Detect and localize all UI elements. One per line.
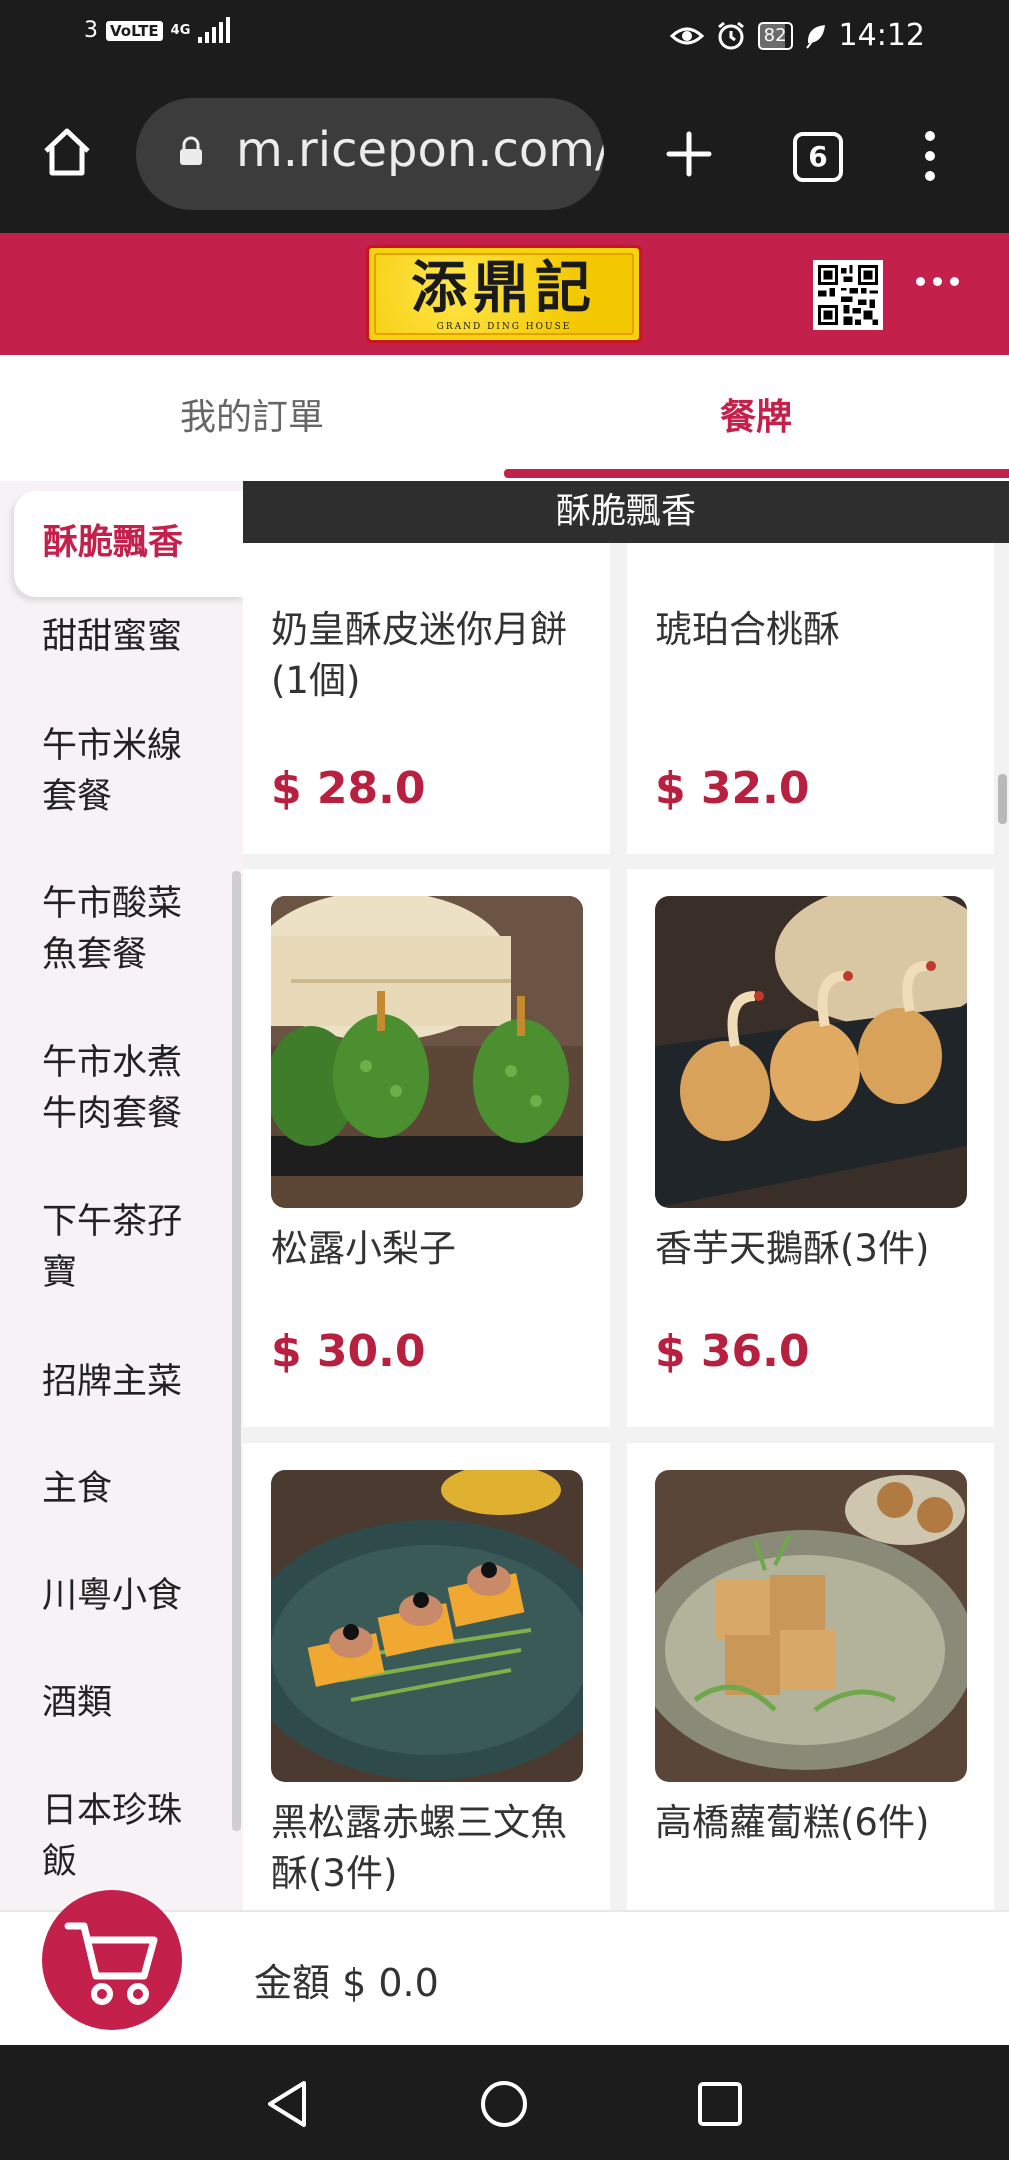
food-image xyxy=(271,1470,583,1782)
menu-item-name: 琥珀合桃酥 xyxy=(655,608,840,651)
recents-icon[interactable] xyxy=(697,2081,743,2127)
category-item-crispy[interactable]: 酥脆飄香 xyxy=(14,491,243,597)
url-bar[interactable]: m.ricepon.com/ xyxy=(136,98,604,210)
status-bar: 3 VoLTE 4G 82 14:12 xyxy=(0,0,1009,75)
back-icon[interactable] xyxy=(264,2079,310,2129)
browser-toolbar: m.ricepon.com/ 6 xyxy=(0,75,1009,233)
shopping-cart-icon xyxy=(64,1922,158,2005)
category-item-sweets[interactable]: 甜甜蜜蜜 xyxy=(0,612,243,663)
clock: 14:12 xyxy=(838,18,925,53)
menu-item-card[interactable]: 松露小梨子 $ 30.0 xyxy=(243,869,610,1427)
category-item-snacks[interactable]: 川粵小食 xyxy=(0,1571,243,1622)
tab-menu[interactable]: 餐牌 xyxy=(504,355,1008,481)
menu-item-price: $ 32.0 xyxy=(655,763,810,814)
menu-item-price: $ 28.0 xyxy=(271,763,426,814)
menu-item-name: 黑松露赤螺三文魚酥(3件) xyxy=(271,1801,567,1895)
category-item-signature-mains[interactable]: 招牌主菜 xyxy=(0,1357,243,1408)
menu-scrollbar[interactable] xyxy=(998,774,1007,824)
system-nav-bar xyxy=(0,2045,1009,2160)
eye-icon xyxy=(669,27,704,44)
menu-item-name: 奶皇酥皮迷你月餅(1個) xyxy=(271,608,567,702)
menu-grid[interactable]: 奶皇酥皮迷你月餅(1個) $ 28.0 琥珀合桃酥 $ 32.0 松露小梨子 $… xyxy=(243,481,1009,1910)
menu-item-name: 香芋天鵝酥(3件) xyxy=(655,1227,930,1270)
category-item-drinks[interactable]: 酒類 xyxy=(0,1678,243,1729)
menu-item-name: 高橋蘿蔔糕(6件) xyxy=(655,1801,930,1844)
food-image xyxy=(271,896,583,1208)
category-item-japanese-rice[interactable]: 日本珍珠飯 xyxy=(0,1786,243,1888)
cart-amount: 金額 $ 0.0 xyxy=(254,1961,439,2005)
food-image xyxy=(655,1470,967,1782)
section-header: 酥脆飄香 xyxy=(243,481,1009,543)
tabs-icon[interactable]: 6 xyxy=(793,132,843,182)
more-horiz-icon[interactable] xyxy=(916,277,959,286)
battery-icon: 82 xyxy=(757,21,793,50)
qr-code-icon[interactable] xyxy=(813,260,883,330)
tab-my-orders[interactable]: 我的訂單 xyxy=(0,355,504,481)
menu-item-price: $ 30.0 xyxy=(271,1326,426,1377)
menu-item-card[interactable]: 高橋蘿蔔糕(6件) xyxy=(627,1443,994,1910)
menu-item-name: 松露小梨子 xyxy=(271,1227,456,1270)
network-type: 4G xyxy=(170,22,191,38)
leaf-icon xyxy=(805,24,825,49)
category-item-lunch-rice-noodle[interactable]: 午市米線套餐 xyxy=(0,721,243,823)
cart-button[interactable] xyxy=(42,1890,182,2030)
category-item-afternoon-tea[interactable]: 下午茶孖寶 xyxy=(0,1197,243,1299)
home-circle-icon[interactable] xyxy=(479,2079,529,2129)
new-tab-icon[interactable] xyxy=(665,130,713,178)
sim-indicator: 3 xyxy=(84,18,98,43)
url-text: m.ricepon.com/ xyxy=(236,122,604,178)
category-item-lunch-boiled-beef[interactable]: 午市水煮牛肉套餐 xyxy=(0,1038,243,1140)
category-item-lunch-pickled-fish[interactable]: 午市酸菜魚套餐 xyxy=(0,879,243,981)
tab-bar: 我的訂單 餐牌 xyxy=(0,355,1009,481)
volte-badge: VoLTE xyxy=(106,20,163,41)
home-icon[interactable] xyxy=(40,125,94,179)
category-item-staples[interactable]: 主食 xyxy=(0,1464,243,1515)
brand-logo: 添鼎記 GRAND DING HOUSE xyxy=(366,245,642,343)
alarm-icon xyxy=(717,21,744,49)
active-tab-indicator xyxy=(504,469,1009,478)
lock-icon xyxy=(180,136,202,165)
category-sidebar[interactable]: 酥脆飄香 甜甜蜜蜜 午市米線套餐 午市酸菜魚套餐 午市水煮牛肉套餐 下午茶孖寶 … xyxy=(0,481,243,1910)
more-vert-icon[interactable] xyxy=(920,130,940,182)
food-image xyxy=(655,896,967,1208)
sidebar-scrollbar[interactable] xyxy=(232,871,241,1831)
menu-item-price: $ 36.0 xyxy=(655,1326,810,1377)
menu-item-card[interactable]: 黑松露赤螺三文魚酥(3件) xyxy=(243,1443,610,1910)
app-header: 添鼎記 GRAND DING HOUSE xyxy=(0,233,1009,355)
signal-icon xyxy=(198,16,231,43)
menu-item-card[interactable]: 香芋天鵝酥(3件) $ 36.0 xyxy=(627,869,994,1427)
